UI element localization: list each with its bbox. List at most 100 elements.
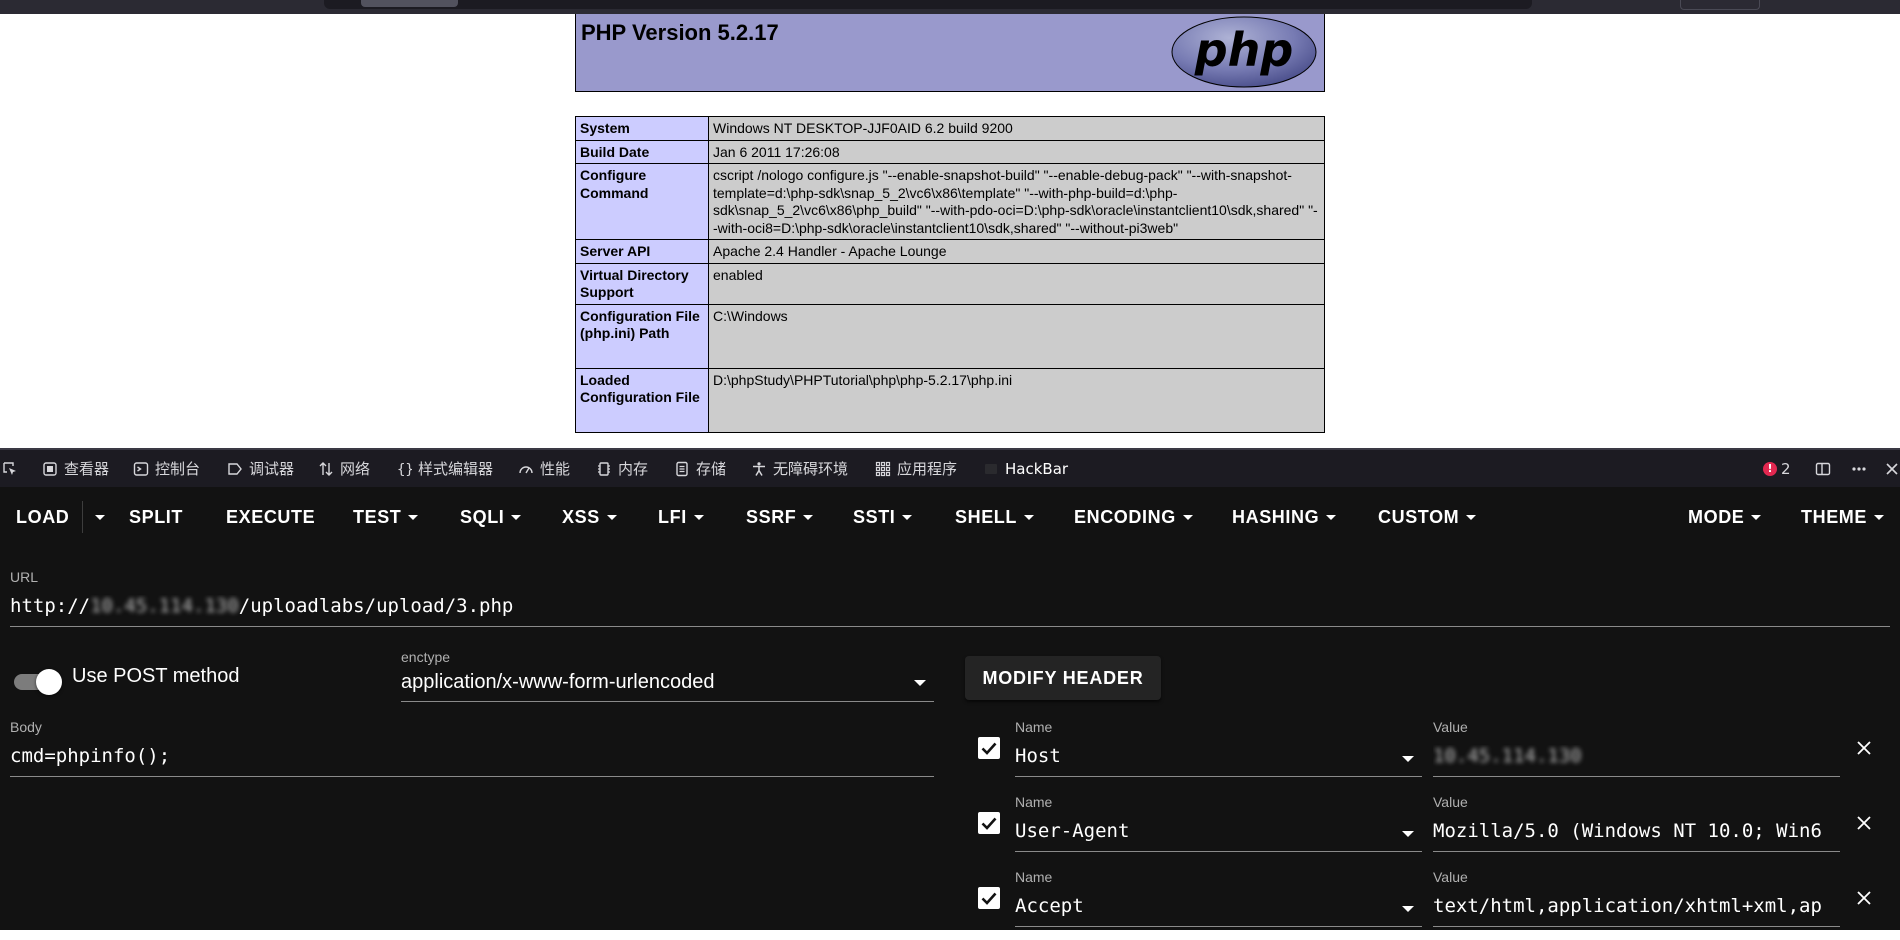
header-name-underline	[1015, 851, 1422, 852]
svg-text:php: php	[1194, 23, 1294, 77]
tab-console[interactable]: 控制台	[133, 450, 200, 487]
tab-hackbar[interactable]: HackBar	[983, 450, 1068, 487]
table-row: Configure Command cscript /nologo config…	[575, 163, 1325, 240]
menu-label: SPLIT	[129, 506, 184, 527]
header-enabled-checkbox[interactable]	[978, 812, 1000, 834]
custom-menu[interactable]: CUSTOM	[1378, 487, 1477, 547]
mode-menu[interactable]: MODE	[1688, 487, 1762, 547]
php-header-banner: PHP Version 5.2.17 php	[575, 14, 1325, 92]
row-value: Windows NT DESKTOP-JJF0AID 6.2 build 920…	[708, 116, 1325, 141]
table-row: Loaded Configuration File D:\phpStudy\PH…	[575, 367, 1325, 433]
header-enabled-checkbox[interactable]	[978, 887, 1000, 909]
header-row: Name User-Agent Value Mozilla/5.0 (Windo…	[0, 790, 1900, 865]
header-value-input[interactable]: text/html,application/xhtml+xml,ap	[1433, 895, 1838, 917]
console-icon	[133, 461, 149, 477]
post-method-toggle[interactable]	[12, 667, 62, 695]
dock-toggle-button[interactable]	[1815, 450, 1831, 487]
chevron-down-icon	[803, 514, 814, 520]
tab-application[interactable]: 应用程序	[875, 450, 957, 487]
header-name-select[interactable]: User-Agent	[1015, 820, 1395, 842]
style-editor-icon: {}	[396, 461, 412, 477]
tab-performance[interactable]: 性能	[518, 450, 570, 487]
header-name-select[interactable]: Accept	[1015, 895, 1395, 917]
storage-icon	[674, 461, 690, 477]
ssti-menu[interactable]: SSTI	[853, 487, 913, 547]
shell-menu[interactable]: SHELL	[955, 487, 1035, 547]
table-row: Server API Apache 2.4 Handler - Apache L…	[575, 239, 1325, 264]
test-menu[interactable]: TEST	[353, 487, 419, 547]
checkmark-icon	[981, 892, 997, 905]
menu-label: MODE	[1688, 506, 1745, 527]
encoding-menu[interactable]: ENCODING	[1074, 487, 1193, 547]
ssrf-menu[interactable]: SSRF	[746, 487, 814, 547]
remove-header-button[interactable]	[1855, 739, 1873, 757]
header-value-underline	[1433, 926, 1840, 927]
header-enabled-checkbox[interactable]	[978, 737, 1000, 759]
xss-menu[interactable]: XSS	[562, 487, 617, 547]
load-dropdown-button[interactable]	[88, 487, 105, 547]
element-picker-icon	[2, 461, 18, 477]
close-icon	[1857, 741, 1871, 755]
tab-label: 调试器	[249, 460, 295, 478]
tab-storage[interactable]: 存储	[674, 450, 726, 487]
row-key: Server API	[575, 239, 709, 264]
header-value-input[interactable]: Mozilla/5.0 (Windows NT 10.0; Win6	[1433, 820, 1838, 842]
element-picker-button[interactable]	[2, 450, 18, 487]
header-name-underline	[1015, 926, 1422, 927]
phpinfo-table: System Windows NT DESKTOP-JJF0AID 6.2 bu…	[575, 116, 1325, 433]
tab-label: 样式编辑器	[418, 460, 494, 478]
error-count-badge[interactable]: ! 2	[1763, 450, 1791, 487]
header-value-label: Value	[1433, 794, 1468, 810]
tab-label: 存储	[696, 460, 727, 478]
tab-memory[interactable]: 内存	[596, 450, 648, 487]
close-icon	[1857, 816, 1871, 830]
row-value: Jan 6 2011 17:26:08	[708, 139, 1325, 164]
chevron-down-icon	[902, 514, 913, 520]
menu-label: ENCODING	[1074, 506, 1176, 527]
tab-accessibility[interactable]: 无障碍环境	[751, 450, 848, 487]
tab-debugger[interactable]: 调试器	[227, 450, 294, 487]
browser-tab[interactable]	[361, 0, 458, 7]
debugger-icon	[227, 461, 243, 477]
row-key: System	[575, 116, 709, 141]
url-input[interactable]: http://10.45.114.130/uploadlabs/upload/3…	[10, 595, 1880, 617]
chevron-down-icon	[511, 514, 522, 520]
chevron-down-icon	[1402, 756, 1414, 762]
load-button[interactable]: LOAD	[16, 487, 69, 547]
remove-header-button[interactable]	[1855, 814, 1873, 832]
hashing-menu[interactable]: HASHING	[1232, 487, 1337, 547]
menu-label: HASHING	[1232, 506, 1320, 527]
address-bar[interactable]	[324, 0, 1532, 9]
tab-style-editor[interactable]: {} 样式编辑器	[396, 450, 493, 487]
chevron-down-icon	[914, 680, 926, 686]
modify-header-button[interactable]: MODIFY HEADER	[965, 656, 1161, 700]
tab-inspector[interactable]: 查看器	[42, 450, 109, 487]
hackbar-icon	[983, 461, 999, 477]
execute-button[interactable]: EXECUTE	[226, 487, 315, 547]
sqli-menu[interactable]: SQLI	[460, 487, 522, 547]
performance-icon	[518, 461, 534, 477]
error-count: 2	[1781, 459, 1791, 478]
header-value-input[interactable]: 10.45.114.130	[1433, 745, 1838, 767]
menu-label: EXECUTE	[226, 506, 316, 527]
chevron-down-icon	[1326, 514, 1337, 520]
theme-menu[interactable]: THEME	[1801, 487, 1884, 547]
row-key: Configure Command	[575, 163, 709, 240]
toolbar-button[interactable]	[1680, 0, 1760, 10]
close-devtools-button[interactable]	[1884, 450, 1900, 487]
header-name-underline	[1015, 776, 1422, 777]
header-name-label: Name	[1015, 719, 1053, 735]
chevron-down-icon	[1874, 514, 1884, 520]
close-icon	[1884, 461, 1900, 477]
remove-header-button[interactable]	[1855, 889, 1873, 907]
php-logo: php	[1171, 16, 1317, 88]
header-name-select[interactable]: Host	[1015, 745, 1395, 767]
row-value: Apache 2.4 Handler - Apache Lounge	[708, 239, 1325, 264]
lfi-menu[interactable]: LFI	[658, 487, 704, 547]
error-icon: !	[1763, 461, 1777, 476]
tab-label: 控制台	[155, 460, 201, 478]
more-options-button[interactable]	[1851, 450, 1867, 487]
inspector-icon	[42, 461, 58, 477]
tab-network[interactable]: 网络	[318, 450, 370, 487]
split-button[interactable]: SPLIT	[129, 487, 183, 547]
